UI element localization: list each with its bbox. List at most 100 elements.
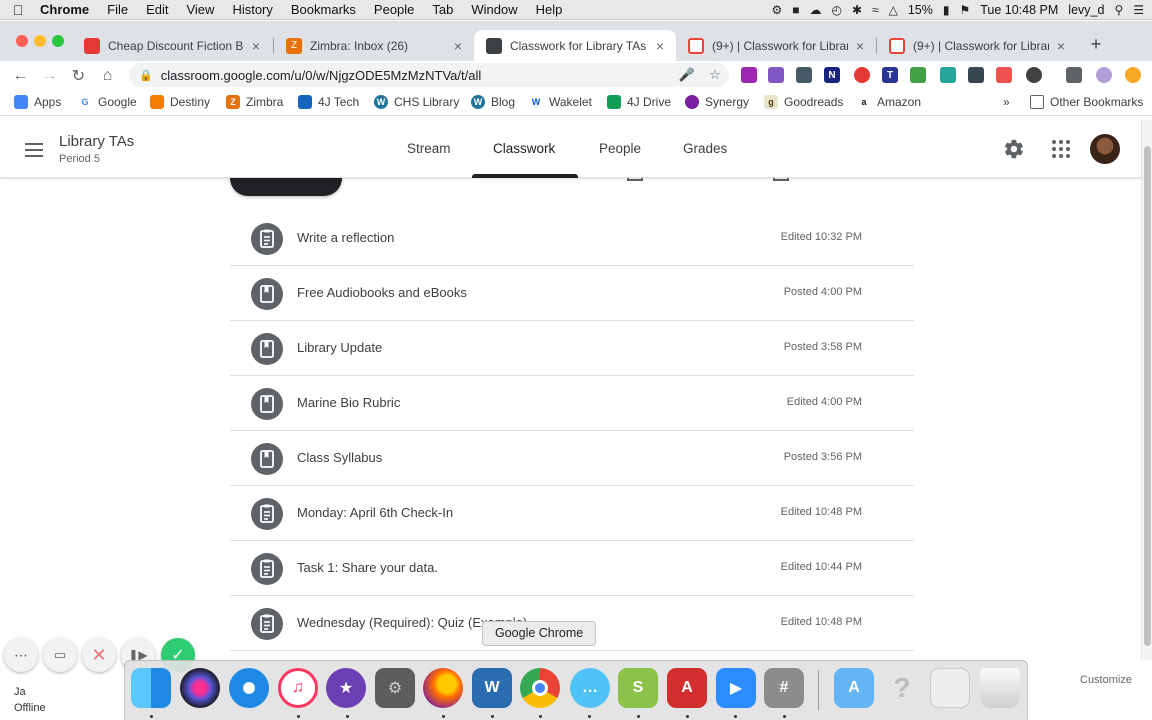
classwork-item-title[interactable]: Free Audiobooks and eBooks <box>297 285 467 300</box>
extension-g-icon[interactable] <box>940 67 956 83</box>
address-bar[interactable]: 🔒 classroom.google.com/u/0/w/NjgzODE5MzM… <box>129 63 729 87</box>
window-zoom-button[interactable] <box>52 35 64 47</box>
classwork-item[interactable]: Task 1: Share your data. Edited 10:44 PM <box>230 541 914 596</box>
extension-newsela-icon[interactable]: N <box>824 67 840 83</box>
acrobat-icon[interactable]: A <box>667 668 707 708</box>
classwork-item-title[interactable]: Class Syllabus <box>297 450 382 465</box>
firefox-icon[interactable] <box>423 668 463 708</box>
apple-menu-icon[interactable]:  <box>0 2 36 18</box>
status-flag-icon[interactable]: ⚑ <box>959 3 970 17</box>
extension-record-icon[interactable] <box>854 67 870 83</box>
extension-wand-icon[interactable] <box>796 67 812 83</box>
menu-window[interactable]: Window <box>462 2 526 17</box>
app-store-folder-icon[interactable]: A <box>834 668 874 708</box>
bookmarks-overflow-chevron-icon[interactable]: » <box>1003 95 1010 109</box>
status-timer-icon[interactable]: ◴ <box>831 3 841 17</box>
more-options-icon[interactable]: ⋯ <box>4 638 38 672</box>
battery-percent[interactable]: 15% <box>908 3 933 17</box>
classwork-item[interactable]: Free Audiobooks and eBooks Posted 4:00 PM <box>230 266 914 321</box>
tab-close-icon[interactable]: × <box>450 38 466 54</box>
google-apps-grid-icon[interactable] <box>1052 140 1070 158</box>
microphone-icon[interactable]: 🎤 <box>673 67 701 83</box>
tab-classwork[interactable]: Classwork <box>493 141 555 156</box>
menubar-user[interactable]: levy_d <box>1068 3 1104 17</box>
calendar-icon[interactable] <box>627 178 643 181</box>
extension-screenshot-icon[interactable] <box>968 67 984 83</box>
bookmark-4j-drive[interactable]: 4J Drive <box>607 95 671 109</box>
classwork-item[interactable]: Monday: April 6th Check-In Edited 10:48 P… <box>230 486 914 541</box>
imovie-icon[interactable]: ★ <box>326 668 366 708</box>
notification-center-icon[interactable]: ☰ <box>1133 3 1144 17</box>
classwork-item-title[interactable]: Write a reflection <box>297 230 394 245</box>
new-tab-plus-icon[interactable]: + <box>1086 35 1106 55</box>
siri-icon[interactable] <box>180 668 220 708</box>
address-url[interactable]: classroom.google.com/u/0/w/NjgzODE5MzMzN… <box>161 68 673 83</box>
classwork-item-title[interactable]: Library Update <box>297 340 382 355</box>
tab-close-icon[interactable]: × <box>1053 38 1069 54</box>
bookmark-star-icon[interactable]: ☆ <box>701 67 729 83</box>
bookmark-blog[interactable]: W Blog <box>471 95 515 109</box>
browser-tab-2[interactable]: Z Zimbra: Inbox (26) × <box>274 30 474 61</box>
status-bluetooth-icon[interactable]: ✱ <box>852 3 862 17</box>
bookmark-google[interactable]: G Google <box>78 95 137 109</box>
classwork-item-title[interactable]: Marine Bio Rubric <box>297 395 400 410</box>
finder-icon[interactable] <box>131 668 171 708</box>
classwork-item[interactable]: Library Update Posted 3:58 PM <box>230 321 914 376</box>
drive-folder-icon[interactable] <box>773 178 789 181</box>
chrome-window-thumbnail-icon[interactable] <box>930 668 970 708</box>
bookmark-amazon[interactable]: a Amazon <box>857 95 921 109</box>
window-close-button[interactable] <box>16 35 28 47</box>
scrollbar-thumb[interactable] <box>1144 146 1151 646</box>
zoom-icon[interactable]: ▶ <box>716 668 756 708</box>
scrivener-icon[interactable]: S <box>618 668 658 708</box>
chrome-menu-icon[interactable] <box>1125 67 1141 83</box>
tab-close-icon[interactable]: × <box>248 38 264 54</box>
extension-t-icon[interactable]: T <box>882 67 898 83</box>
camera-toggle-icon[interactable]: ▭ <box>43 638 77 672</box>
extension-cc-icon[interactable] <box>1026 67 1042 83</box>
bookmark-synergy[interactable]: Synergy <box>685 95 749 109</box>
menu-tab[interactable]: Tab <box>423 2 462 17</box>
spotlight-search-icon[interactable]: ⚲ <box>1114 3 1123 17</box>
system-preferences-icon[interactable]: ⚙ <box>375 668 415 708</box>
tab-close-icon[interactable]: × <box>852 38 868 54</box>
chrome-dock-icon[interactable] <box>520 668 560 708</box>
menu-edit[interactable]: Edit <box>137 2 177 17</box>
page-scrollbar[interactable] <box>1141 120 1152 660</box>
bookmark-4j-tech[interactable]: 4J Tech <box>298 95 359 109</box>
browser-tab-3-active[interactable]: Classwork for Library TAs Pe × <box>474 30 676 61</box>
bookmark-apps[interactable]: Apps <box>14 95 61 109</box>
menu-history[interactable]: History <box>223 2 281 17</box>
menu-help[interactable]: Help <box>527 2 572 17</box>
status-airplay-icon[interactable]: △ <box>889 3 898 17</box>
menu-view[interactable]: View <box>177 2 223 17</box>
classwork-item[interactable]: Write a reflection Edited 10:32 PM <box>230 211 914 266</box>
bookmark-chs-library[interactable]: W CHS Library <box>374 95 459 109</box>
extension-badge-icon[interactable] <box>996 67 1012 83</box>
word-icon[interactable]: W <box>472 668 512 708</box>
tab-people[interactable]: People <box>599 141 641 156</box>
user-avatar[interactable] <box>1090 134 1120 164</box>
classwork-item[interactable]: Marine Bio Rubric Edited 4:00 PM <box>230 376 914 431</box>
calculator-icon[interactable]: # <box>764 668 804 708</box>
browser-tab-1[interactable]: Cheap Discount Fiction Boo × <box>72 30 272 61</box>
lock-icon[interactable]: 🔒 <box>139 69 153 82</box>
browser-tab-5[interactable]: (9+) | Classwork for Library × <box>877 30 1077 61</box>
menu-file[interactable]: File <box>98 2 137 17</box>
classwork-item-title[interactable]: Monday: April 6th Check-In <box>297 505 453 520</box>
extension-twitch-icon[interactable] <box>741 67 757 83</box>
help-question-icon[interactable]: ? <box>882 668 922 708</box>
bookmark-zimbra[interactable]: Z Zimbra <box>226 95 283 109</box>
tab-grades[interactable]: Grades <box>683 141 727 156</box>
classwork-item[interactable]: Class Syllabus Posted 3:56 PM <box>230 431 914 486</box>
status-wifi-icon[interactable]: ≈ <box>872 3 879 17</box>
tab-close-icon[interactable]: × <box>652 38 668 54</box>
menu-bookmarks[interactable]: Bookmarks <box>282 2 365 17</box>
browser-tab-4[interactable]: (9+) | Classwork for Library × <box>676 30 876 61</box>
settings-gear-icon[interactable] <box>1003 138 1025 160</box>
hamburger-menu-icon[interactable] <box>22 139 46 159</box>
menu-app-name[interactable]: Chrome <box>36 2 98 17</box>
status-cloud-icon[interactable]: ☁ <box>809 3 821 17</box>
tab-stream[interactable]: Stream <box>407 141 451 156</box>
status-sync-icon[interactable]: ⚙ <box>771 3 782 17</box>
